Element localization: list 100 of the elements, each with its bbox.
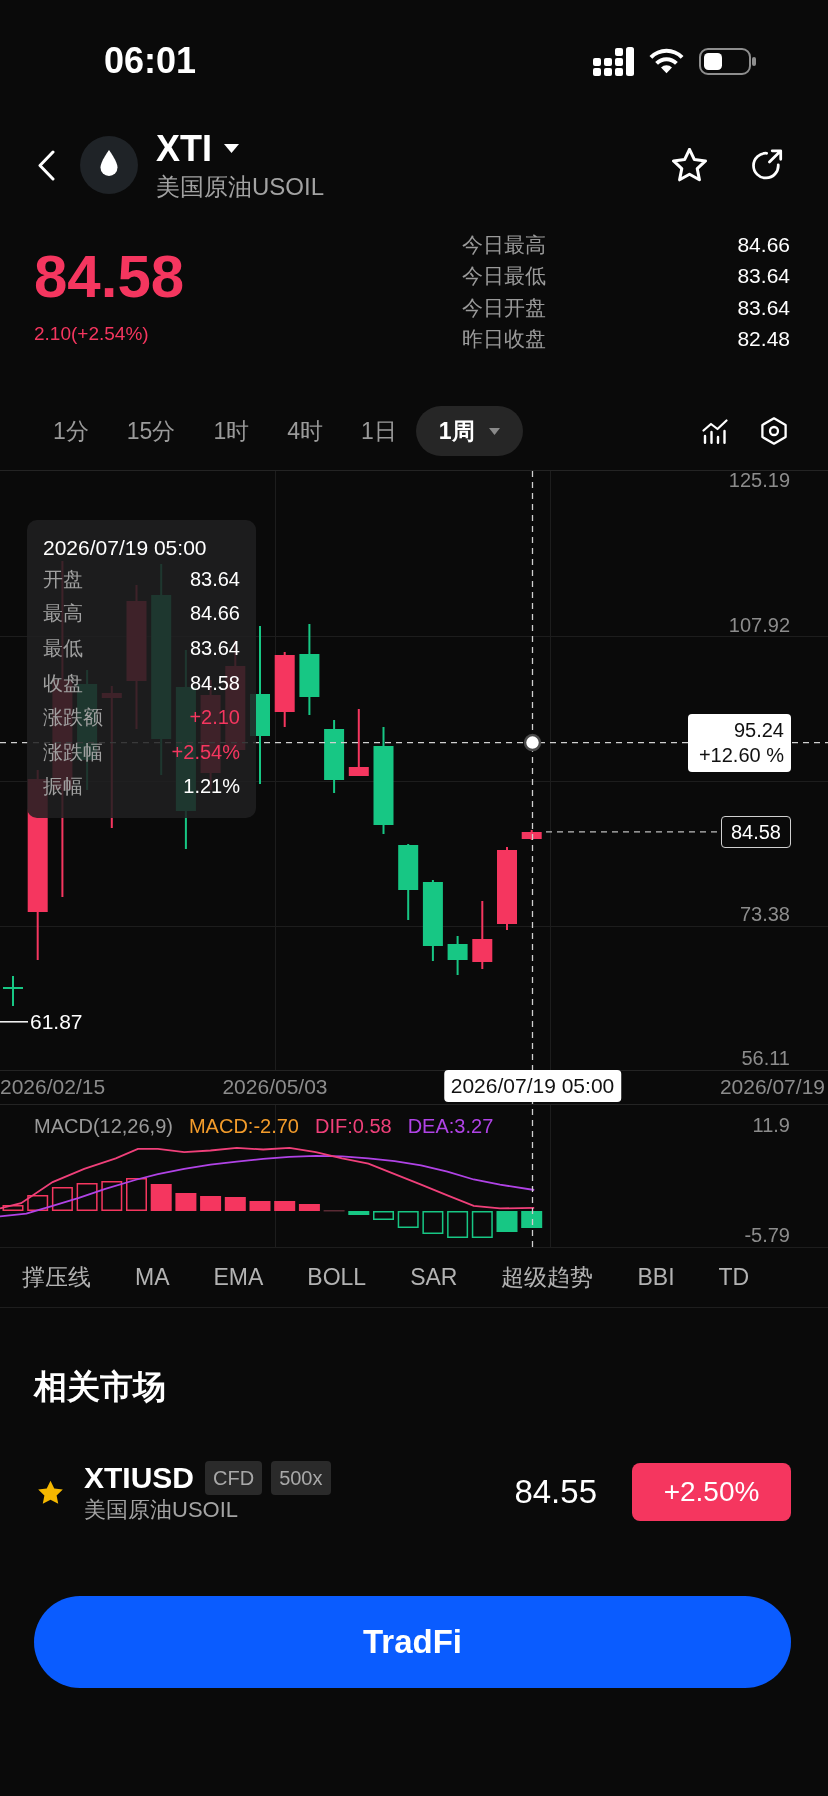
macd-legend-label: DIF:0.58	[314, 1114, 392, 1138]
stat-value: 83.64	[737, 295, 790, 320]
candlestick	[3, 975, 23, 1007]
x-axis-label: 2026/02/15	[0, 1075, 106, 1099]
stat-value: 84.66	[737, 232, 790, 257]
indicator-tab[interactable]: BBI	[637, 1264, 675, 1291]
timeframe-tab[interactable]: 1时	[194, 406, 269, 456]
histogram-bar	[471, 1211, 493, 1238]
histogram-bar	[274, 1201, 296, 1211]
macd-axis-label: -5.79	[744, 1222, 790, 1247]
market-tag: CFD	[205, 1461, 263, 1495]
histogram-bar	[373, 1211, 394, 1220]
tooltip-value: 84.66	[189, 602, 240, 626]
crosshair-dot-icon[interactable]	[523, 733, 542, 752]
market-price: 84.55	[514, 1473, 597, 1511]
histogram-bar	[76, 1183, 98, 1211]
indicator-tab[interactable]: 撑压线	[22, 1262, 91, 1293]
tooltip-value: 84.58	[189, 671, 240, 695]
histogram-bar	[298, 1204, 320, 1211]
caret-icon	[224, 144, 239, 153]
section-title: 相关市场	[34, 1367, 167, 1407]
last-price-tag: 84.58	[720, 815, 791, 848]
candlestick	[472, 900, 493, 970]
tooltip-value: 83.64	[189, 637, 240, 660]
tooltip-label: 最高	[43, 601, 83, 627]
macd-legend-label: DEA:3.27	[407, 1114, 494, 1138]
x-axis-label: 2026/07/19	[719, 1075, 825, 1099]
market-symbol[interactable]: XTIUSD	[84, 1460, 194, 1496]
tooltip-value: +2.54%	[171, 740, 240, 764]
candlestick	[521, 829, 542, 841]
histogram-bar	[150, 1184, 172, 1211]
tooltip-label: 涨跌额	[43, 705, 103, 731]
clock-time: 06:01	[104, 41, 197, 81]
histogram-bar	[249, 1201, 271, 1211]
crosshair-date-tag: 2026/07/19 05:00	[443, 1070, 622, 1102]
star-icon[interactable]	[37, 1478, 64, 1506]
indicator-tab[interactable]: SAR	[410, 1264, 458, 1291]
indicator-tab[interactable]: 超级趋势	[501, 1262, 594, 1293]
back-icon[interactable]	[37, 149, 55, 181]
histogram-bar	[200, 1196, 222, 1211]
caret-icon	[488, 427, 500, 435]
stat-label: 今日最高	[462, 231, 546, 258]
timeframe-tab[interactable]: 15分	[107, 406, 195, 456]
histogram-bar	[348, 1211, 370, 1215]
histogram-bar	[27, 1195, 49, 1211]
histogram-bar	[175, 1193, 197, 1211]
indicator-tab[interactable]: BOLL	[307, 1264, 367, 1291]
tradfi-button[interactable]: TradFi	[34, 1596, 791, 1688]
timeframe-tab[interactable]: 4时	[268, 406, 342, 456]
indicator-tab[interactable]: TD	[718, 1264, 750, 1291]
macd-legend-label: MACD:-2.70	[188, 1114, 299, 1138]
macd-legend-label: MACD(12,26,9)	[34, 1114, 173, 1138]
tooltip-label: 最低	[43, 636, 83, 661]
stat-value: 82.48	[737, 327, 790, 352]
stat-label: 昨日收盘	[462, 326, 546, 353]
indicator-tab[interactable]: EMA	[213, 1264, 264, 1291]
instrument-name: 美国原油USOIL	[156, 171, 325, 202]
tooltip-value: 83.64	[189, 567, 240, 591]
wifi-icon	[649, 48, 684, 74]
tooltip-label: 涨跌幅	[43, 739, 103, 765]
timeframe-tab[interactable]: 1分	[34, 406, 108, 456]
market-name: 美国原油USOIL	[84, 1496, 239, 1524]
symbol-dropdown[interactable]: XTI	[156, 128, 239, 169]
price-change: 2.10(+2.54%)	[34, 322, 149, 346]
histogram-bar	[521, 1211, 543, 1228]
y-axis-label: 125.19	[728, 468, 790, 492]
x-axis-label: 2026/05/03	[222, 1075, 328, 1099]
y-axis-label: 56.11	[741, 1046, 790, 1070]
tooltip-value: +2.10	[189, 706, 240, 730]
settings-icon[interactable]	[761, 417, 787, 445]
y-axis-label: 107.92	[728, 612, 790, 637]
indicator-tab[interactable]: MA	[135, 1264, 170, 1291]
stat-label: 今日开盘	[462, 294, 546, 321]
last-price: 84.58	[34, 247, 185, 307]
stat-label: 今日最低	[462, 263, 546, 290]
histogram-bar	[447, 1211, 469, 1238]
histogram-bar	[422, 1211, 444, 1234]
crosshair-change: +12.60 %	[698, 742, 784, 768]
signal-icon	[593, 46, 634, 76]
share-icon[interactable]	[749, 148, 783, 182]
histogram-bar	[126, 1178, 147, 1211]
price-change-badge: +2.50%	[632, 1463, 791, 1521]
star-icon[interactable]	[672, 147, 707, 183]
droplet-icon	[80, 136, 138, 194]
tooltip-label: 收盘	[43, 670, 83, 696]
timeframe-tab[interactable]: 1周	[415, 406, 523, 456]
timeframe-tab[interactable]: 1日	[342, 406, 416, 456]
crosshair-price: 95.24	[733, 717, 784, 743]
histogram-bar	[496, 1211, 518, 1232]
low-price-leader-line	[0, 1021, 29, 1023]
macd-axis-label: 11.9	[752, 1113, 790, 1138]
tooltip-date: 2026/07/19 05:00	[43, 535, 208, 561]
tooltip-label: 振幅	[43, 774, 83, 800]
low-price-label: 61.87	[30, 1009, 83, 1034]
trend-chart-icon[interactable]	[702, 418, 728, 444]
market-tag: 500x	[271, 1461, 331, 1495]
histogram-bar	[101, 1181, 123, 1211]
candlestick	[348, 708, 369, 777]
tooltip-value: 1.21%	[183, 775, 240, 799]
stat-value: 83.64	[737, 264, 790, 289]
